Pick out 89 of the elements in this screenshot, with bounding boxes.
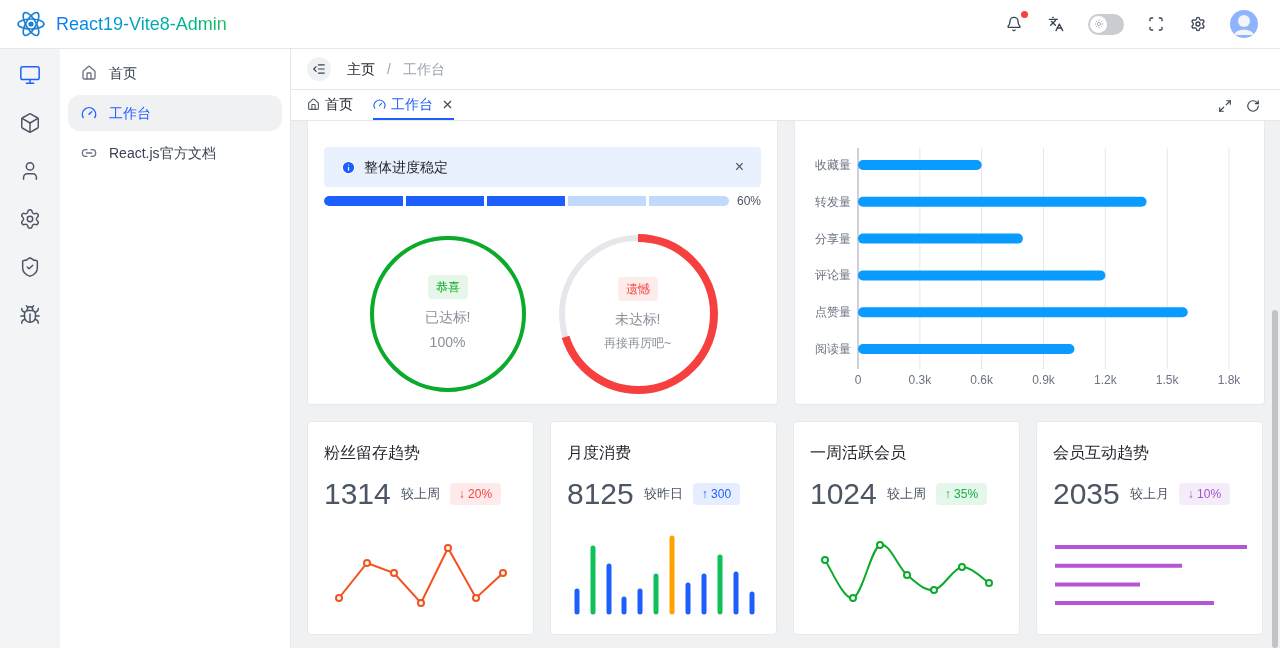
- atom-logo-icon: [16, 9, 46, 39]
- alert-text: 整体进度稳定: [364, 157, 448, 177]
- axis-tick-label: 0.6k: [970, 373, 993, 387]
- refresh-button[interactable]: [1246, 98, 1260, 113]
- monitor-icon[interactable]: [18, 63, 42, 87]
- axis-category-label: 阅读量: [815, 342, 851, 356]
- metric-value: 8125: [567, 479, 634, 509]
- menu-item[interactable]: 首页: [68, 55, 282, 91]
- info-icon: [341, 159, 356, 175]
- data-point: [444, 544, 452, 552]
- axis-tick-label: 0.3k: [908, 373, 932, 387]
- dark-mode-switch[interactable]: [1088, 13, 1124, 35]
- breadcrumb-separator: /: [387, 59, 391, 79]
- card-title: 月度消费: [567, 443, 632, 463]
- data-point: [930, 586, 938, 594]
- data-point: [876, 541, 884, 549]
- change-badge: ↑ 35%: [935, 483, 988, 505]
- indent-icon: [312, 62, 326, 76]
- close-alert-button[interactable]: ×: [734, 159, 744, 175]
- status-tag: 遗憾: [617, 276, 658, 301]
- chart-bar: [637, 588, 643, 615]
- gauge-icon: [373, 98, 386, 111]
- chart-bar: [701, 573, 707, 615]
- breadcrumb-item[interactable]: 主页: [347, 58, 375, 80]
- axis-tick-label: 0.9k: [1032, 373, 1055, 387]
- fullscreen-button[interactable]: [1146, 14, 1166, 34]
- axis-category-label: 分享量: [815, 231, 851, 246]
- status-detail: 再接再厉吧~: [604, 334, 671, 352]
- data-point: [903, 571, 911, 579]
- menu-item[interactable]: 工作台: [68, 95, 282, 131]
- status-text: 未达标!: [614, 309, 661, 329]
- card-title: 会员互动趋势: [1053, 443, 1150, 463]
- data-point: [985, 579, 993, 587]
- chart-bar: [621, 596, 627, 615]
- axis-tick-label: 0: [854, 373, 862, 387]
- home-icon: [81, 65, 97, 81]
- axis-tick-label: 1.5k: [1155, 373, 1179, 387]
- data-point: [363, 559, 371, 567]
- maximize-button[interactable]: [1218, 98, 1232, 113]
- axis-tick-label: 1.8k: [1217, 373, 1241, 387]
- compare-label: 较上周: [400, 485, 440, 504]
- change-badge: ↓ 20%: [449, 483, 502, 505]
- home-icon: [307, 98, 320, 111]
- data-point: [821, 556, 829, 564]
- translate-button[interactable]: [1046, 14, 1066, 34]
- data-point: [472, 594, 480, 602]
- cube-icon[interactable]: [18, 111, 42, 135]
- settings-icon[interactable]: [18, 207, 42, 231]
- chart-bar: [590, 545, 596, 615]
- metric-value: 1314: [324, 479, 391, 509]
- axis-category-label: 转发量: [815, 194, 851, 209]
- change-badge: ↑ 300: [692, 483, 741, 505]
- compare-label: 较昨日: [643, 485, 683, 504]
- compare-label: 较上周: [886, 485, 926, 504]
- chart-bar: [685, 582, 691, 615]
- menu-item[interactable]: React.js官方文档: [68, 135, 282, 171]
- axis-tick-label: 1.2k: [1094, 373, 1117, 387]
- data-point: [958, 563, 966, 571]
- metric-value: 1024: [810, 479, 877, 509]
- collapse-menu-button[interactable]: [307, 57, 331, 81]
- sun-icon: [1093, 19, 1104, 29]
- progress-reading: 60%: [736, 193, 761, 210]
- status-text: 已达标!: [424, 308, 471, 327]
- card-title: 一周活跃会员: [810, 443, 907, 463]
- settings-button[interactable]: [1188, 14, 1208, 34]
- card-title: 粉丝留存趋势: [324, 443, 421, 463]
- chart-bar: [653, 573, 659, 615]
- data-point: [390, 569, 398, 577]
- change-badge: ↓ 10%: [1178, 483, 1231, 505]
- data-point: [335, 594, 343, 602]
- chart-bar: [749, 591, 755, 615]
- axis-category-label: 评论量: [815, 268, 851, 283]
- status-detail: 100%: [429, 333, 466, 352]
- compare-label: 较上月: [1129, 485, 1169, 504]
- data-point: [499, 569, 507, 577]
- gauge-icon: [81, 105, 97, 121]
- axis-category-label: 收藏量: [815, 158, 851, 172]
- chart-bar: [606, 563, 612, 615]
- data-point: [849, 594, 857, 602]
- bug-icon[interactable]: [18, 303, 42, 327]
- metric-value: 2035: [1053, 479, 1120, 509]
- close-icon[interactable]: [441, 98, 454, 111]
- chart-bar: [717, 554, 723, 615]
- page-tab[interactable]: 首页: [307, 91, 353, 120]
- data-point: [417, 599, 425, 607]
- chart-bar: [574, 588, 580, 615]
- chart-bar: [733, 571, 739, 615]
- status-tag: 恭喜: [427, 275, 468, 299]
- axis-category-label: 点赞量: [815, 305, 851, 320]
